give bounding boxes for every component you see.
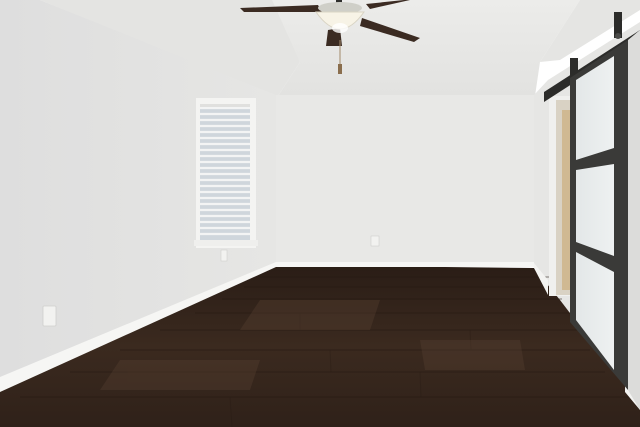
back-wall — [276, 95, 534, 265]
window-blinds-icon — [194, 98, 258, 248]
doorway — [549, 96, 571, 296]
baseboard-back — [276, 262, 534, 267]
room-scene — [0, 0, 640, 427]
empty-room-photo — [0, 0, 640, 427]
electrical-outlet-icon — [370, 235, 380, 247]
electrical-outlet-icon — [42, 305, 57, 327]
electrical-outlet-icon — [220, 249, 228, 262]
